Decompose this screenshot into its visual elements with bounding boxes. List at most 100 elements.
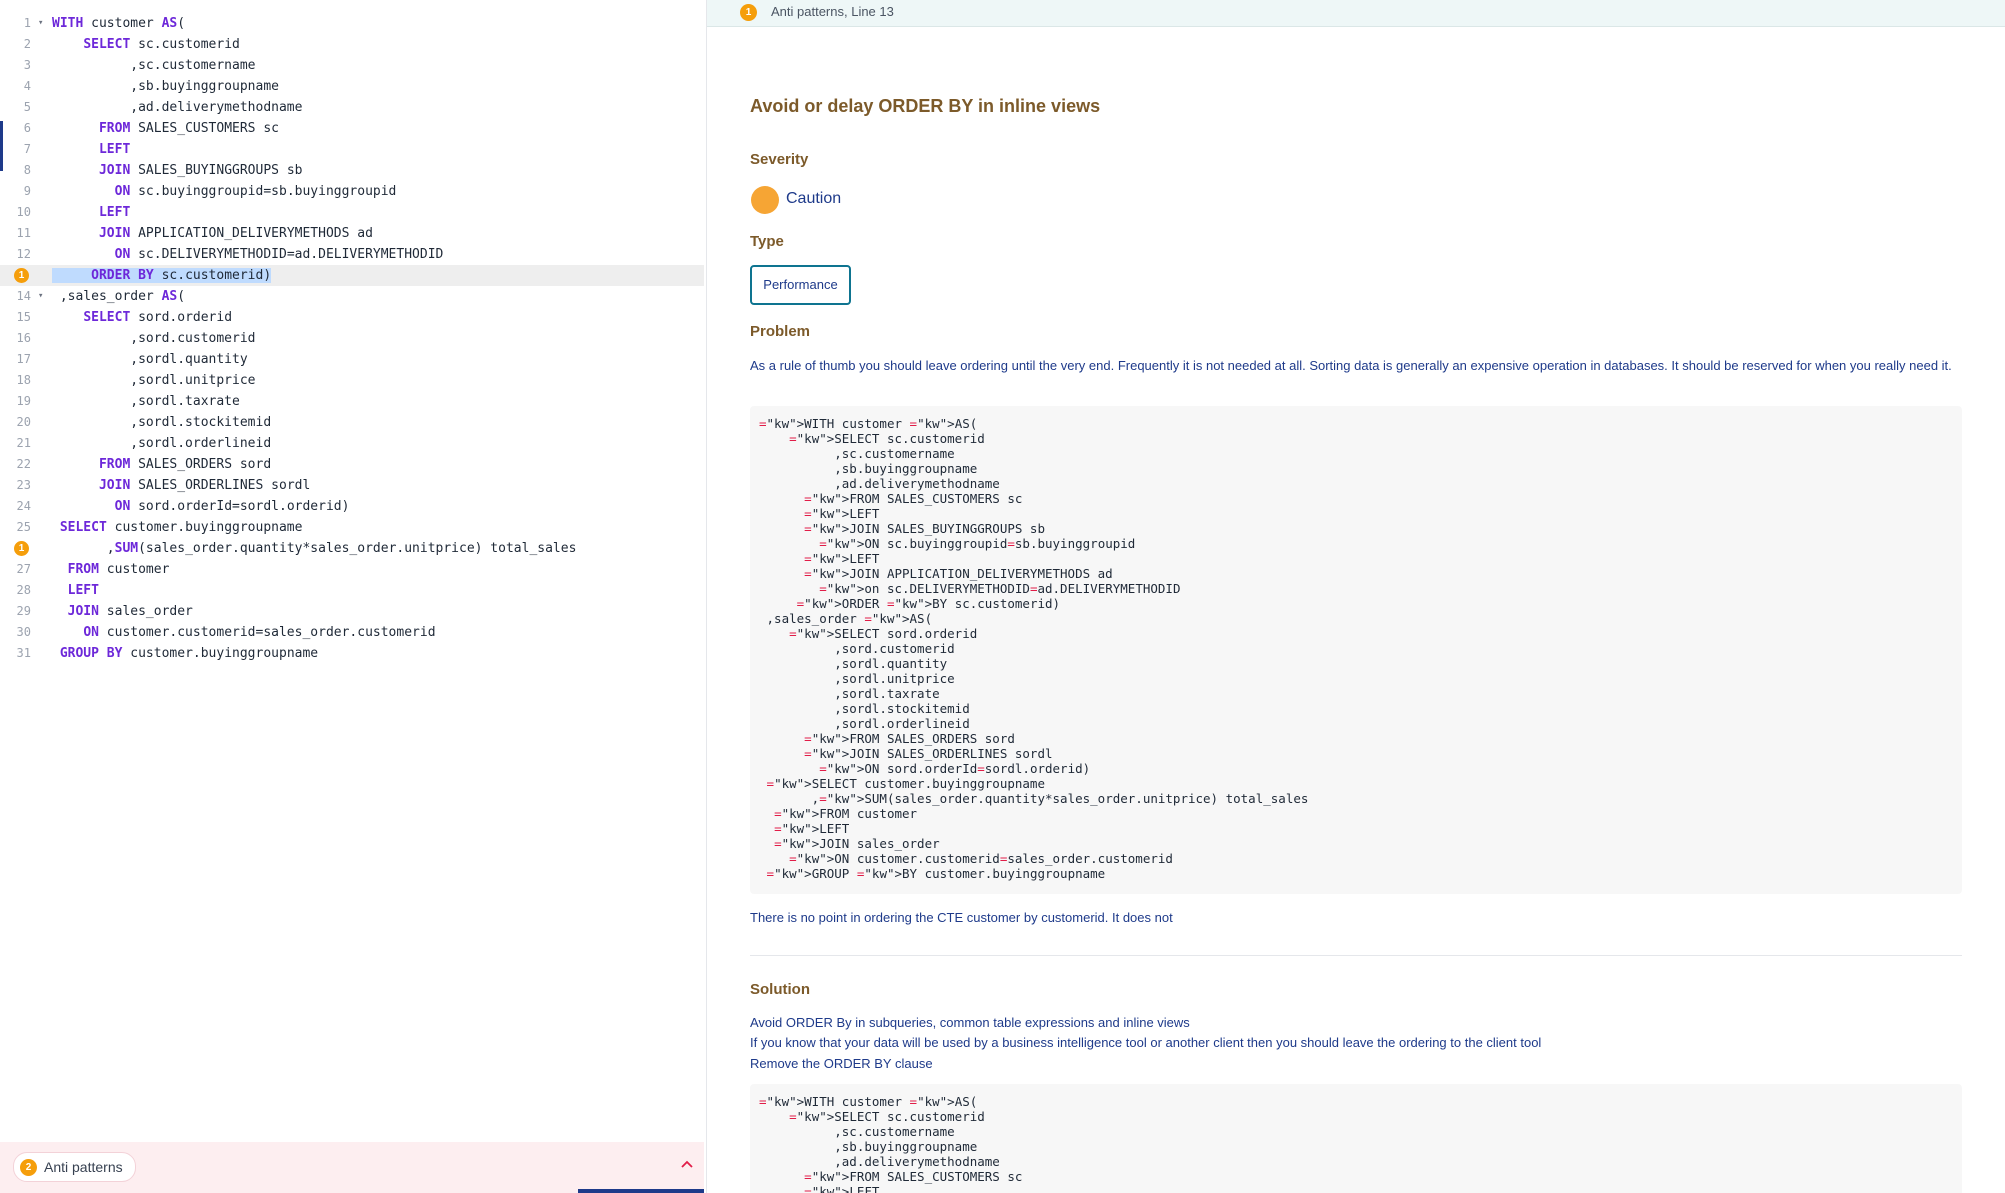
code-line[interactable]: 1 ,SUM(sales_order.quantity*sales_order.… <box>0 538 704 559</box>
line-number: 20 <box>16 415 31 429</box>
line-number: 25 <box>16 520 31 534</box>
chevron-up-icon[interactable] <box>678 1158 696 1176</box>
detail-header[interactable]: 1 Anti patterns, Line 13 <box>707 0 2005 27</box>
solution-line-3: Remove the ORDER BY clause <box>750 1056 933 1071</box>
line-number: 7 <box>23 142 31 156</box>
code-line[interactable]: 3 ,sc.customername <box>0 55 704 76</box>
code-line[interactable]: 25 SELECT customer.buyinggroupname <box>0 517 704 538</box>
fold-toggle-icon[interactable]: ▾ <box>38 286 43 307</box>
severity-label: Caution <box>786 190 842 207</box>
code-line[interactable]: 10 LEFT <box>0 202 704 223</box>
code-text: JOIN APPLICATION_DELIVERYMETHODS ad <box>98 226 373 241</box>
code-text: FROM SALES_ORDERS sord <box>98 457 272 472</box>
code-text: ON sc.buyinggroupid=sb.buyinggroupid <box>114 184 397 199</box>
code-line[interactable]: 11 JOIN APPLICATION_DELIVERYMETHODS ad <box>0 223 704 244</box>
line-number: 28 <box>16 583 31 597</box>
code-line[interactable]: 12 ON sc.DELIVERYMETHODID=ad.DELIVERYMET… <box>0 244 704 265</box>
anti-patterns-toggle[interactable]: 2 Anti patterns <box>13 1152 136 1182</box>
code-line[interactable]: 4 ,sb.buyinggroupname <box>0 76 704 97</box>
anti-patterns-label: Anti patterns <box>44 1159 123 1175</box>
code-line[interactable]: 9 ON sc.buyinggroupid=sb.buyinggroupid <box>0 181 704 202</box>
code-line[interactable]: 8 JOIN SALES_BUYINGGROUPS sb <box>0 160 704 181</box>
code-line[interactable]: 1 ORDER BY sc.customerid) <box>0 265 704 286</box>
code-line[interactable]: 29 JOIN sales_order <box>0 601 704 622</box>
line-number: 9 <box>23 184 31 198</box>
line-number: 1 <box>23 16 31 30</box>
code-line[interactable]: 16 ,sord.customerid <box>0 328 704 349</box>
code-text: ,sb.buyinggroupname <box>52 79 279 94</box>
code-line[interactable]: 27 FROM customer <box>0 559 704 580</box>
code-line[interactable]: 23 JOIN SALES_ORDERLINES sordl <box>0 475 704 496</box>
anti-patterns-count-badge: 2 <box>20 1158 37 1176</box>
detail-header-text: Anti patterns, Line 13 <box>771 4 894 19</box>
code-block-line: ="kw">FROM SALES_ORDERS sord <box>804 731 1015 746</box>
code-line[interactable]: 19 ,sordl.taxrate <box>0 391 704 412</box>
code-line[interactable]: 17 ,sordl.quantity <box>0 349 704 370</box>
code-text: ,ad.deliverymethodname <box>52 100 303 115</box>
code-text: LEFT <box>67 583 99 598</box>
code-text: SELECT customer.buyinggroupname <box>59 520 303 535</box>
warning-marker-icon[interactable]: 1 <box>14 541 29 556</box>
code-text: ,sordl.stockitemid <box>52 415 272 430</box>
type-tag-performance[interactable]: Performance <box>750 265 851 305</box>
type-heading: Type <box>750 233 784 250</box>
code-text: SELECT sc.customerid <box>83 37 240 52</box>
code-block-line: ="kw">ON sord.orderId=sordl.orderid) <box>819 761 1091 776</box>
line-number: 2 <box>23 37 31 51</box>
problem-code-block: ="kw">WITH customer ="kw">AS( ="kw">SELE… <box>750 406 1962 894</box>
code-text: ON customer.customerid=sales_order.custo… <box>83 625 436 640</box>
solution-line-2: If you know that your data will be used … <box>750 1035 1542 1050</box>
code-line[interactable]: 28 LEFT <box>0 580 704 601</box>
line-number: 29 <box>16 604 31 618</box>
code-block-line: ="kw">FROM SALES_CUSTOMERS sc <box>804 491 1023 506</box>
line-number: 19 <box>16 394 31 408</box>
line-number: 23 <box>16 478 31 492</box>
code-line[interactable]: 5 ,ad.deliverymethodname <box>0 97 704 118</box>
code-text: JOIN sales_order <box>67 604 193 619</box>
code-text: ,sordl.unitprice <box>52 373 256 388</box>
code-line[interactable]: 14 ▾ ,sales_order AS( <box>0 286 704 307</box>
panel-resize-handle[interactable] <box>578 1189 704 1193</box>
rule-title: Avoid or delay ORDER BY in inline views <box>750 96 1101 116</box>
code-block-line: ,sales_order ="kw">AS( <box>759 611 933 626</box>
code-line[interactable]: 7 LEFT <box>0 139 704 160</box>
line-number: 16 <box>16 331 31 345</box>
line-number: 18 <box>16 373 31 387</box>
code-block-line: ="kw">JOIN sales_order <box>774 836 940 851</box>
code-block-line: ="kw">JOIN SALES_BUYINGGROUPS sb <box>804 521 1045 536</box>
code-line[interactable]: 2 SELECT sc.customerid <box>0 34 704 55</box>
code-text: JOIN SALES_ORDERLINES sordl <box>98 478 311 493</box>
code-line[interactable]: 15 SELECT sord.orderid <box>0 307 704 328</box>
code-line[interactable]: 31 GROUP BY customer.buyinggroupname <box>0 643 704 664</box>
line-number: 22 <box>16 457 31 471</box>
line-number: 24 <box>16 499 31 513</box>
line-number: 8 <box>23 163 31 177</box>
code-line[interactable]: 30 ON customer.customerid=sales_order.cu… <box>0 622 704 643</box>
line-number: 31 <box>16 646 31 660</box>
severity-heading: Severity <box>750 151 809 168</box>
code-text: ,sordl.quantity <box>52 352 248 367</box>
solution-code-block: ="kw">WITH customer ="kw">AS( ="kw">SELE… <box>750 1084 1962 1193</box>
code-text: ,sordl.orderlineid <box>52 436 272 451</box>
problem-text: As a rule of thumb you should leave orde… <box>750 358 1952 373</box>
code-line[interactable]: 24 ON sord.orderId=sordl.orderid) <box>0 496 704 517</box>
code-block-line: ="kw">WITH customer ="kw">AS( <box>759 416 978 431</box>
warning-marker-icon[interactable]: 1 <box>14 268 29 283</box>
fold-toggle-icon[interactable]: ▾ <box>38 13 43 34</box>
code-line[interactable]: 1 ▾ WITH customer AS( <box>0 13 704 34</box>
code-block-line: ,="kw">SUM(sales_order.quantity*sales_or… <box>759 791 1309 806</box>
code-block-line: ,sordl.stockitemid <box>759 701 970 716</box>
code-block-line: ,sc.customername <box>759 446 955 461</box>
code-block-line: ="kw">SELECT customer.buyinggroupname <box>766 776 1045 791</box>
code-text: ,SUM(sales_order.quantity*sales_order.un… <box>52 541 577 556</box>
code-block-line: ="kw">FROM SALES_CUSTOMERS sc <box>804 1169 1023 1184</box>
code-line[interactable]: 21 ,sordl.orderlineid <box>0 433 704 454</box>
code-text: ORDER BY sc.customerid) <box>52 265 272 286</box>
sql-editor[interactable]: 1 ▾ WITH customer AS(2 SELECT sc.customeri… <box>0 0 707 1193</box>
code-line[interactable]: 18 ,sordl.unitprice <box>0 370 704 391</box>
code-block-line: ="kw">LEFT <box>774 821 850 836</box>
code-line[interactable]: 22 FROM SALES_ORDERS sord <box>0 454 704 475</box>
code-line[interactable]: 6 FROM SALES_CUSTOMERS sc <box>0 118 704 139</box>
code-text: LEFT <box>98 205 131 220</box>
code-line[interactable]: 20 ,sordl.stockitemid <box>0 412 704 433</box>
